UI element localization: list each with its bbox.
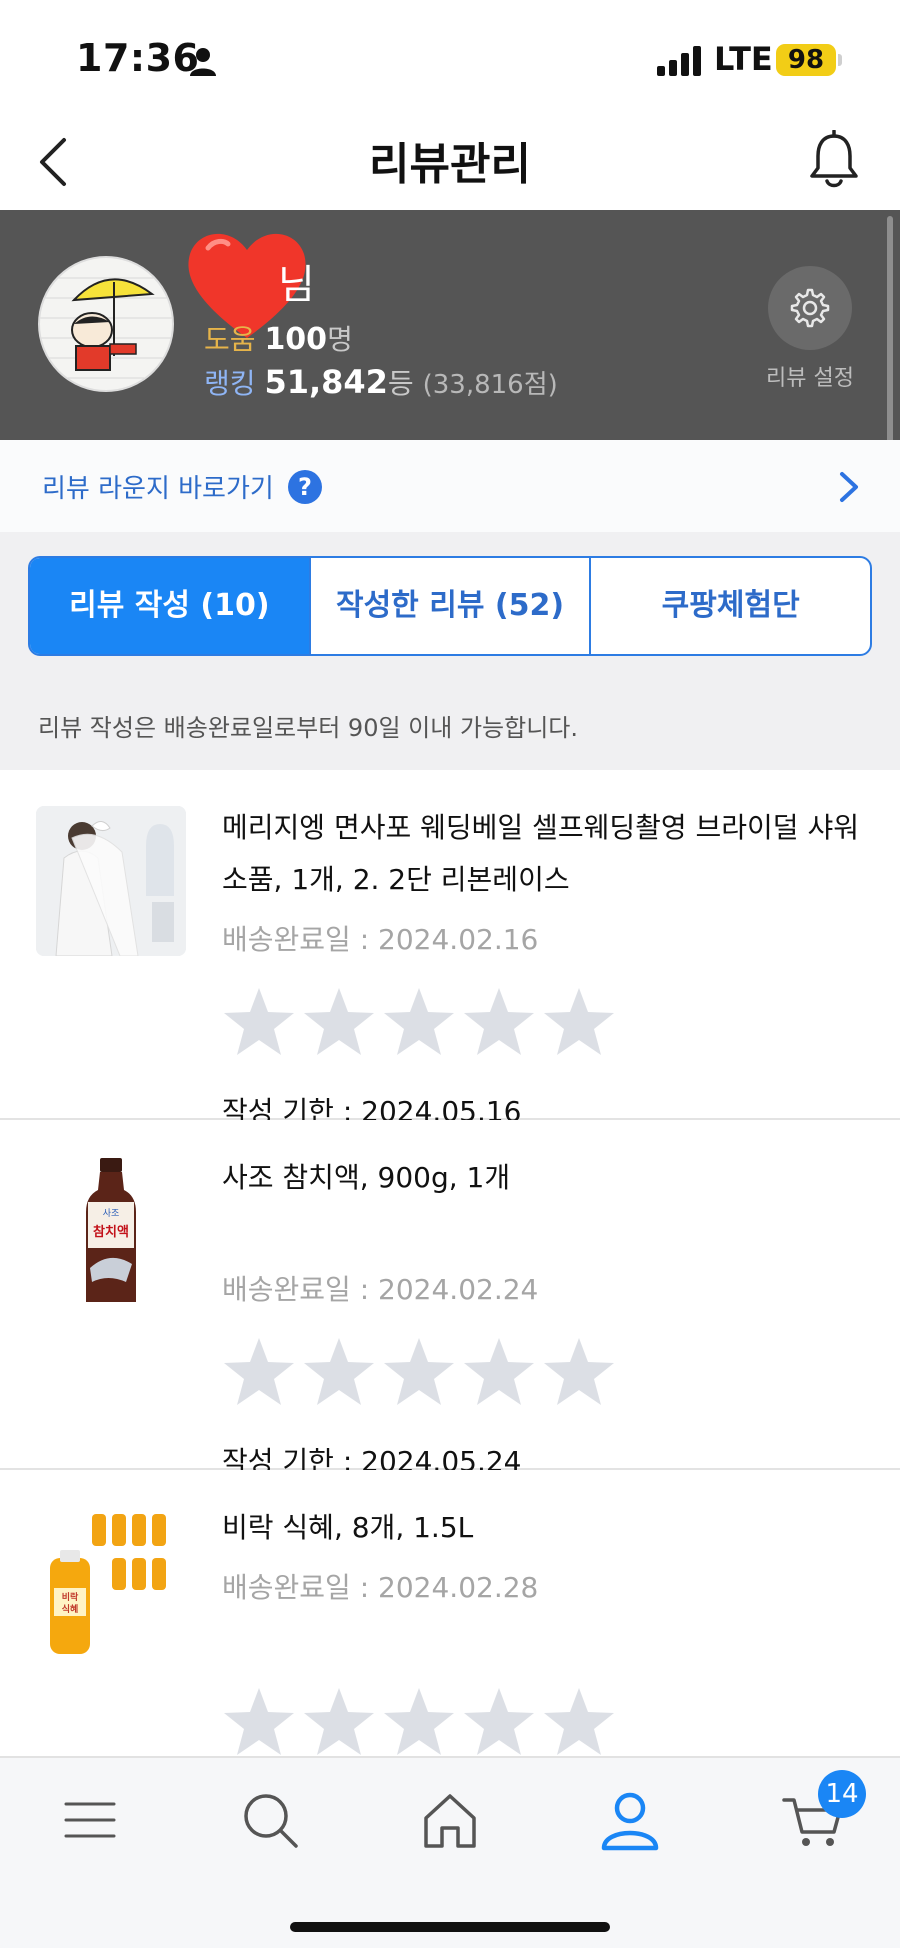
status-bar: 17:36 LTE 98 [0,0,900,110]
star-icon[interactable] [462,986,536,1058]
star-icon[interactable] [382,1336,456,1408]
star-icon[interactable] [382,1686,456,1758]
cart-count-badge: 14 [818,1770,866,1818]
delivery-date: 배송완료일 : 2024.02.24 [222,1273,539,1306]
help-unit: 명 [327,323,353,356]
page-title: 리뷰관리 [369,139,531,190]
star-rating[interactable] [222,1336,616,1408]
product-thumbnail[interactable] [36,806,186,956]
home-icon[interactable] [418,1788,482,1852]
network-label: LTE [714,40,773,78]
app-header: 리뷰관리 [0,110,900,210]
profile-section: 님 도움 100명 랭킹 51,842등 (33,816점) 리뷰 설정 [0,210,900,440]
review-tabs: 리뷰 작성 (10) 작성한 리뷰 (52) 쿠팡체험단 [28,556,872,656]
product-name[interactable]: 비락 식혜, 8개, 1.5L [222,1502,872,1554]
bottle-brand: 사조 [103,1208,120,1219]
question-icon[interactable]: ? [288,470,322,504]
home-indicator[interactable] [290,1922,610,1932]
product-name[interactable]: 메리지엥 면사포 웨딩베일 셀프웨딩촬영 브라이덜 샤워 소품, 1개, 2. … [222,802,872,906]
star-rating[interactable] [222,986,616,1058]
bottom-nav: 14 [0,1756,900,1948]
notification-bell-icon[interactable] [808,130,860,190]
search-icon[interactable] [238,1788,302,1852]
help-label: 도움 [204,323,256,356]
star-icon[interactable] [462,1336,536,1408]
rank-unit: 등 [387,367,414,400]
bottle-label: 참치액 [93,1224,129,1240]
star-icon[interactable] [302,1336,376,1408]
status-time: 17:36 [76,36,200,80]
tabs-area: 리뷰 작성 (10) 작성한 리뷰 (52) 쿠팡체험단 리뷰 작성은 배송완료… [0,532,900,770]
tab-written-reviews[interactable]: 작성한 리뷰 (52) [311,558,592,654]
menu-icon[interactable] [58,1788,122,1852]
rank-score: (33,816점) [422,370,558,400]
star-icon[interactable] [542,986,616,1058]
tab-coupang-trial[interactable]: 쿠팡체험단 [591,558,870,654]
review-settings-label: 리뷰 설정 [766,366,854,391]
star-icon[interactable] [462,1686,536,1758]
person-icon [190,48,216,76]
star-icon[interactable] [302,986,376,1058]
chevron-right-icon [840,472,858,502]
product-name[interactable]: 사조 참치액, 900g, 1개 [222,1152,872,1204]
list-item: 사조 참치액 사조 참치액, 900g, 1개 배송완료일 : 2024.02.… [0,1120,900,1478]
username: 님 [278,262,315,308]
star-rating[interactable] [222,1686,616,1758]
battery-icon: 98 [776,44,836,76]
avatar[interactable] [38,256,174,392]
star-icon[interactable] [542,1686,616,1758]
product-thumbnail[interactable]: 사조 참치액 [36,1156,186,1306]
battery-tip [838,54,842,66]
review-lounge-label: 리뷰 라운지 바로가기 [42,474,274,504]
battery-level: 98 [787,45,825,75]
gear-icon [790,288,830,328]
review-notice: 리뷰 작성은 배송완료일로부터 90일 이내 가능합니다. [38,714,578,742]
help-count-row: 도움 100명 [204,318,353,358]
star-icon[interactable] [222,1686,296,1758]
signal-strength-icon [657,46,701,76]
help-count: 100 [264,322,328,357]
review-settings-button[interactable] [768,266,852,350]
rank-value: 51,842 [264,363,388,401]
star-icon[interactable] [302,1686,376,1758]
tuna-sauce-bottle: 사조 참치액 [86,1158,136,1302]
product-thumbnail[interactable]: 비락 식혜 [36,1506,186,1656]
tab-write-review[interactable]: 리뷰 작성 (10) [30,558,311,654]
veil-photo [36,806,186,956]
star-icon[interactable] [542,1336,616,1408]
list-item: 메리지엥 면사포 웨딩베일 셀프웨딩촬영 브라이덜 샤워 소품, 1개, 2. … [0,770,900,1128]
sikhye-label-2: 식혜 [62,1603,79,1615]
profile-icon[interactable] [598,1788,662,1852]
star-icon[interactable] [382,986,456,1058]
sikhye-label: 비락 [62,1591,79,1603]
rank-label: 랭킹 [204,367,256,400]
rank-row: 랭킹 51,842등 (33,816점) [204,362,558,402]
star-icon[interactable] [222,986,296,1058]
star-icon[interactable] [222,1336,296,1408]
delivery-date: 배송완료일 : 2024.02.16 [222,923,539,956]
avatar-drawing [40,277,172,379]
sikhye-bottles: 비락 식혜 [50,1514,166,1654]
delivery-date: 배송완료일 : 2024.02.28 [222,1571,539,1604]
review-lounge-link[interactable]: 리뷰 라운지 바로가기 ? [0,440,900,532]
